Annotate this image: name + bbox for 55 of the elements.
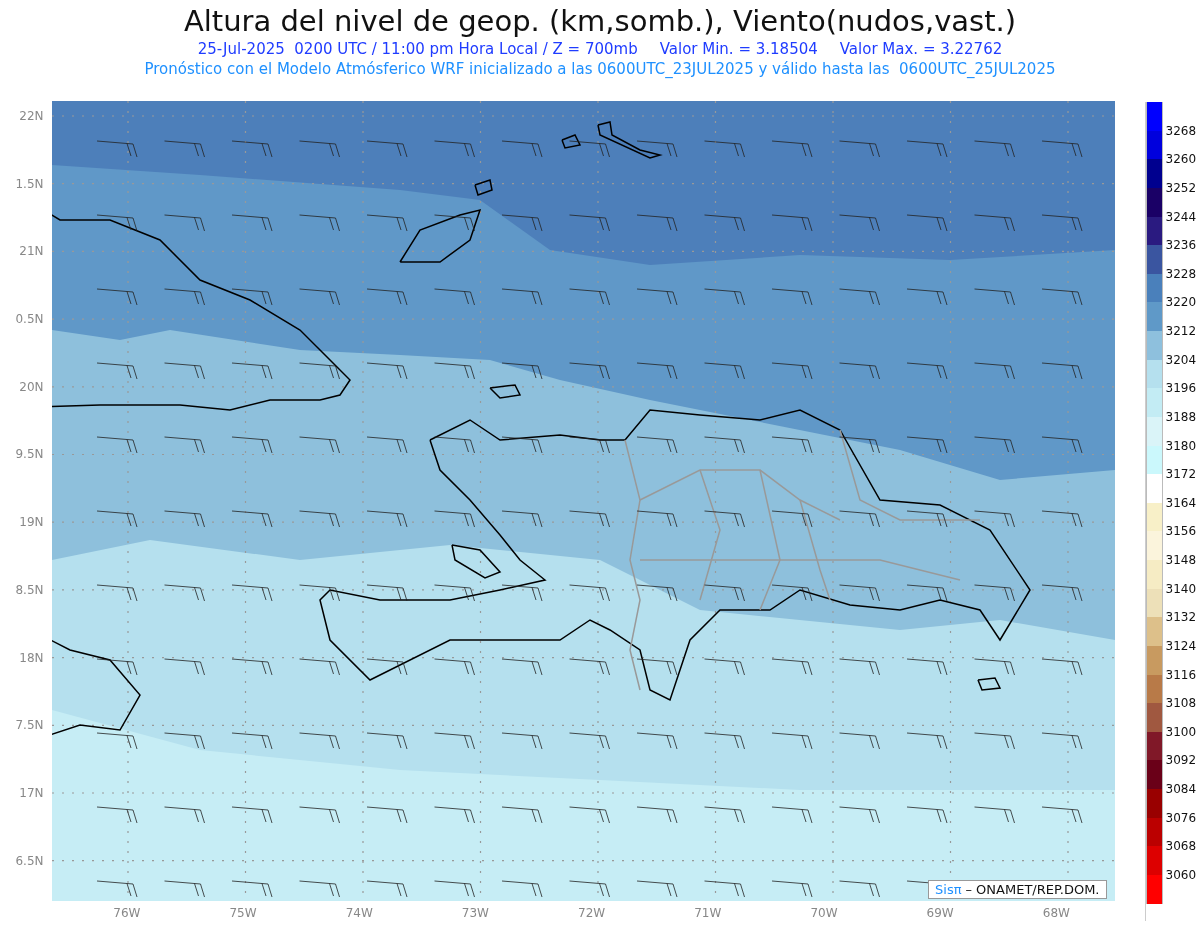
colorbar-label: 3148 — [1165, 553, 1197, 567]
colorbar-label: 3124 — [1165, 638, 1197, 653]
colorbar-label: 3196 — [1165, 381, 1197, 396]
forecast-note: Pronóstico con el Modelo Atmósferico WRF inicializado a las 0600UTC_23JUL2025 y válido hasta las 0600UTC_25JUL2025 — [144, 59, 1056, 79]
colorbar-label: 3116 — [1165, 667, 1197, 682]
colorbar-label: 3108 — [1165, 696, 1197, 711]
latitude-label: 6.5N — [14, 852, 45, 869]
colorbar-label: 3092 — [1165, 753, 1197, 768]
longitude-label: 73W — [460, 905, 490, 921]
latitude-label: 9.5N — [14, 446, 45, 463]
longitude-label: 72W — [577, 905, 607, 921]
brand-logo: Sisπ — [935, 882, 962, 897]
colorbar-label: 3260 — [1165, 152, 1197, 167]
latitude-label: 7.5N — [14, 717, 45, 734]
latitude-label: 18N — [18, 649, 45, 666]
longitude-label: 71W — [693, 905, 723, 921]
colorbar-label: 3140 — [1165, 581, 1197, 596]
colorbar-label: 3268 — [1165, 123, 1197, 138]
colorbar-label: 3164 — [1165, 495, 1197, 510]
colorbar-label: 3132 — [1165, 610, 1197, 625]
credit-text: – ONAMET/REP.DOM. — [965, 882, 1100, 897]
colorbar-label: 3204 — [1165, 352, 1197, 367]
colorbar-label: 3212 — [1165, 324, 1197, 338]
valid-time: 25-Jul-2025 0200 UTC / 11:00 pm Hora Local / Z = 700mb — [197, 39, 638, 59]
colorbar-label: 3060 — [1165, 867, 1197, 882]
latitude-label: 1.5N — [14, 175, 45, 192]
colorbar-label: 3068 — [1165, 839, 1197, 854]
latitude-label: 8.5N — [14, 581, 45, 598]
latitude-label: 20N — [18, 378, 45, 395]
colorbar-label: 3156 — [1165, 524, 1197, 539]
min-value: Valor Min. = 3.18504 — [659, 39, 818, 59]
colorbar-label: 3180 — [1165, 438, 1197, 453]
colorbar-label: 3100 — [1165, 724, 1197, 739]
chart-title: Altura del nivel de geop. (km,somb.), Viento(nudos,vast.) — [183, 4, 1017, 38]
latitude-label: 21N — [18, 243, 45, 260]
colorbar-label: 3236 — [1165, 238, 1197, 253]
longitude-label: 69W — [925, 905, 955, 921]
colorbar-label: 3220 — [1165, 295, 1197, 310]
colorbar-label: 3076 — [1165, 810, 1197, 825]
latitude-label: 17N — [18, 784, 45, 801]
colorbar-label: 3172 — [1165, 467, 1197, 482]
latitude-label: 19N — [18, 514, 45, 531]
colorbar-label: 3244 — [1165, 209, 1197, 224]
longitude-label: 76W — [112, 905, 142, 921]
latitude-label: 0.5N — [14, 311, 45, 328]
longitude-label: 74W — [344, 905, 374, 921]
colorbar-label: 3188 — [1165, 409, 1197, 424]
longitude-label: 70W — [809, 905, 839, 921]
colorbar-label: 3084 — [1165, 782, 1197, 796]
longitude-label: 68W — [1041, 905, 1071, 921]
colorbar-label: 3228 — [1165, 266, 1197, 281]
latitude-label: 22N — [18, 108, 45, 124]
max-value: Valor Max. = 3.22762 — [839, 39, 1003, 59]
colorbar-label: 3252 — [1165, 180, 1197, 195]
longitude-label: 75W — [228, 905, 258, 921]
